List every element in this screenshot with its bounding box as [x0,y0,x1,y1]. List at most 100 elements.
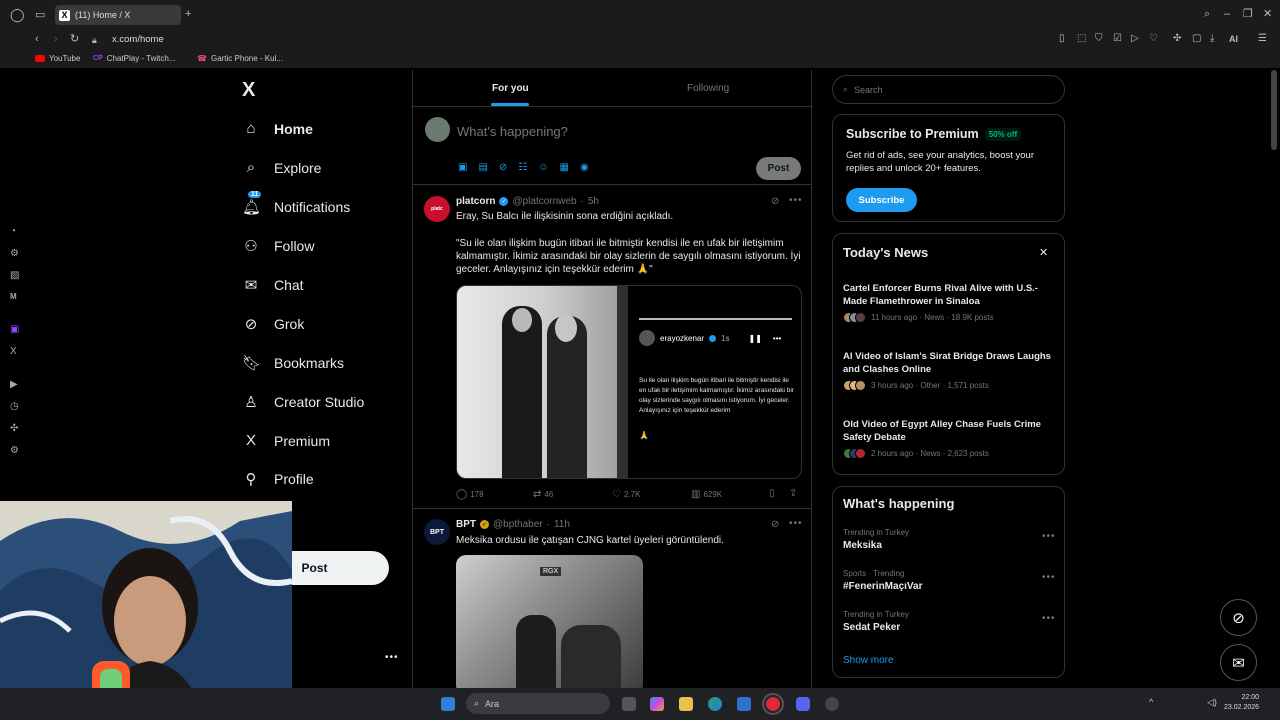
grok-icon[interactable]: ⊘ [771,519,779,530]
x-logo[interactable]: X [242,79,255,102]
compose-input[interactable]: What's happening? [457,124,568,139]
grok-float-button[interactable]: ⊘ [1220,599,1257,636]
url-field[interactable]: x.com/home [112,34,164,45]
show-more-link[interactable]: Show more [843,655,894,666]
scrollbar-thumb[interactable] [1271,70,1277,150]
news-item[interactable]: AI Video of Islam's Sirat Bridge Draws L… [843,350,1055,391]
more-icon[interactable]: ••• [1042,613,1056,624]
new-tab-icon[interactable]: + [185,8,191,20]
repost-button[interactable]: ⇄ 46 [533,489,553,500]
like-button[interactable]: ♡ 2.7K [612,489,640,500]
checkbox-icon[interactable]: ☑ [1113,33,1122,45]
share-icon[interactable]: ⇪ [789,488,797,499]
views-button[interactable]: ▥ 629K [691,489,722,500]
tweet-author-name[interactable]: BPT [456,519,476,530]
task-view-icon[interactable] [622,697,636,711]
avatar[interactable]: platc [424,196,450,222]
tweet-media[interactable]: erayozkenar 1s ❚❚ ••• Su ile olan ilişki… [456,285,802,479]
grok-icon[interactable]: ⊘ [771,196,779,207]
tweet-media[interactable]: RGX [456,555,643,690]
discord-icon[interactable] [796,697,810,711]
close-window-icon[interactable]: ✕ [1263,8,1272,20]
file-explorer-icon[interactable] [679,697,693,711]
more-icon[interactable]: ••• [789,518,803,529]
taskbar-clock[interactable]: 22:00 23.02.2026 [1224,693,1259,713]
nav-chat[interactable]: ✉ Chat [242,276,304,294]
close-icon[interactable]: ✕ [1039,246,1048,259]
chatgpt-icon[interactable]: ⚙ [10,248,19,259]
poll-icon[interactable]: ☷ [518,162,527,173]
nav-explore[interactable]: ⌕ Explore [242,159,322,176]
schedule-icon[interactable]: ▦ [559,162,568,173]
browser-tab-active[interactable]: X (11) Home / X [55,5,181,25]
more-icon[interactable]: ••• [789,195,803,206]
tweet-handle[interactable]: @platcornweb [512,196,576,207]
nav-premium[interactable]: X Premium [242,432,330,449]
tab-for-you[interactable]: For you [492,83,529,94]
minimize-icon[interactable]: – [1224,8,1230,20]
tweet-author-name[interactable]: platcorn [456,196,495,207]
history-icon[interactable]: ◷ [10,401,19,412]
tab-manager-icon[interactable]: ▭ [35,9,45,21]
gif-icon[interactable]: ▤ [478,162,487,173]
nav-home[interactable]: ⌂ Home [242,120,312,137]
opera-icon[interactable] [762,693,784,715]
obs-icon[interactable] [825,697,839,711]
aria-icon[interactable]: ◔ [10,226,16,237]
nav-follow[interactable]: ⚇ Follow [242,237,314,255]
trend-item[interactable]: Sports · Trending #FenerinMaçıVar ••• [843,569,1055,592]
subscribe-button[interactable]: Subscribe [846,188,917,212]
trend-item[interactable]: Trending in Turkey Sedat Peker ••• [843,610,1055,633]
emoji-icon[interactable]: ☺ [538,162,548,173]
messages-float-button[interactable]: ✉ [1220,644,1257,681]
notes-icon[interactable]: ▨ [10,270,19,281]
tab-following[interactable]: Following [687,83,729,94]
ai-button[interactable]: AI [1229,33,1238,45]
news-item[interactable]: Cartel Enforcer Burns Rival Alive with U… [843,282,1055,323]
grok-icon[interactable]: ⊘ [499,162,507,173]
account-more-icon[interactable]: ••• [385,652,399,663]
tweet-time[interactable]: 5h [588,196,599,207]
heart-icon[interactable]: ♡ [1149,33,1158,45]
player-icon[interactable]: ▶ [10,379,18,390]
nav-profile[interactable]: ⚲ Profile [242,470,314,488]
reload-icon[interactable]: ↻ [70,33,79,45]
twitch-icon[interactable]: ▣ [10,324,19,335]
download-icon[interactable]: ⤓ [1210,33,1214,45]
avatar[interactable] [425,117,450,142]
opera-logo-icon[interactable]: ◯ [10,8,25,21]
snapshot-icon[interactable]: ⬚ [1077,33,1086,45]
extensions-icon[interactable]: ✣ [1173,33,1181,45]
extensions-sidebar-icon[interactable]: ✣ [10,423,18,434]
tray-chevron-icon[interactable]: ^ [1149,697,1153,707]
trend-item[interactable]: Trending in Turkey Meksika ••• [843,528,1055,551]
bookmark-youtube[interactable]: YouTube [35,54,80,63]
maximize-icon[interactable]: ❐ [1243,8,1253,20]
tweet-handle[interactable]: @bpthaber [493,519,543,530]
messenger-icon[interactable]: M [10,292,17,301]
nav-grok[interactable]: ⊘ Grok [242,315,305,333]
search-input[interactable]: ⌕ Search [832,75,1065,104]
news-item[interactable]: Old Video of Egypt Alley Chase Fuels Cri… [843,418,1055,459]
more-icon[interactable]: ••• [1042,531,1056,542]
edge-icon[interactable] [708,697,722,711]
shield-icon[interactable]: ⛉ [1095,33,1103,45]
back-icon[interactable]: ‹ [35,33,39,45]
volume-icon[interactable]: ◁) [1207,697,1217,708]
windows-start-icon[interactable] [441,697,455,711]
menu-icon[interactable]: ☰ [1258,33,1267,45]
avatar[interactable]: BPT [424,519,450,545]
nav-creator-studio[interactable]: ♙ Creator Studio [242,393,364,411]
search-tabs-icon[interactable]: ⌕ [1204,8,1210,20]
taskbar-search[interactable]: ⌕ Ara [466,693,610,714]
store-icon[interactable] [737,697,751,711]
wallet-icon[interactable]: ▢ [1192,33,1201,45]
reply-button[interactable]: ◯ 178 [456,489,484,500]
location-icon[interactable]: ◉ [580,162,589,173]
more-icon[interactable]: ••• [1042,572,1056,583]
image-icon[interactable]: ▣ [458,162,467,173]
play-icon[interactable]: ▷ [1131,33,1139,45]
bookmark-page-icon[interactable]: ▯ [1059,33,1065,45]
x-sidebar-icon[interactable]: X [10,346,17,357]
bookmark-gartic[interactable]: ☎ Gartic Phone - Kul... [197,54,283,63]
